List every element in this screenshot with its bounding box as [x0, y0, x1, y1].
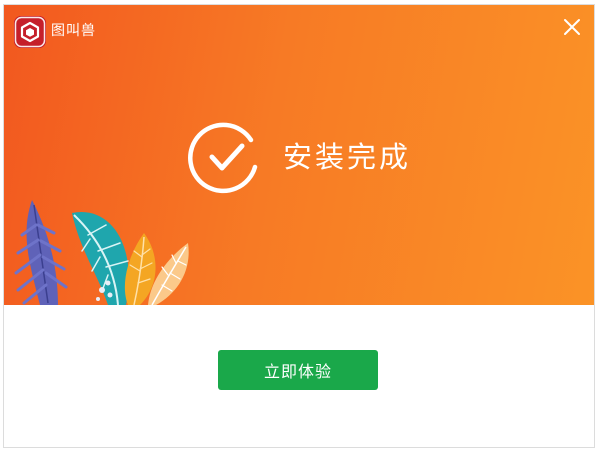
hero-banner: 图叫兽 安装完成	[4, 5, 594, 305]
purple-frond	[14, 200, 68, 305]
check-circle-icon	[188, 122, 258, 194]
app-name: 图叫兽	[51, 23, 96, 39]
installer-window: 图叫兽 安装完成 立即体验	[3, 4, 595, 448]
decorative-leaves	[14, 200, 189, 305]
app-logo-icon	[14, 16, 46, 48]
close-icon[interactable]	[562, 17, 582, 37]
install-complete-text: 安装完成	[283, 140, 412, 174]
try-now-button[interactable]: 立即体验	[218, 350, 378, 390]
